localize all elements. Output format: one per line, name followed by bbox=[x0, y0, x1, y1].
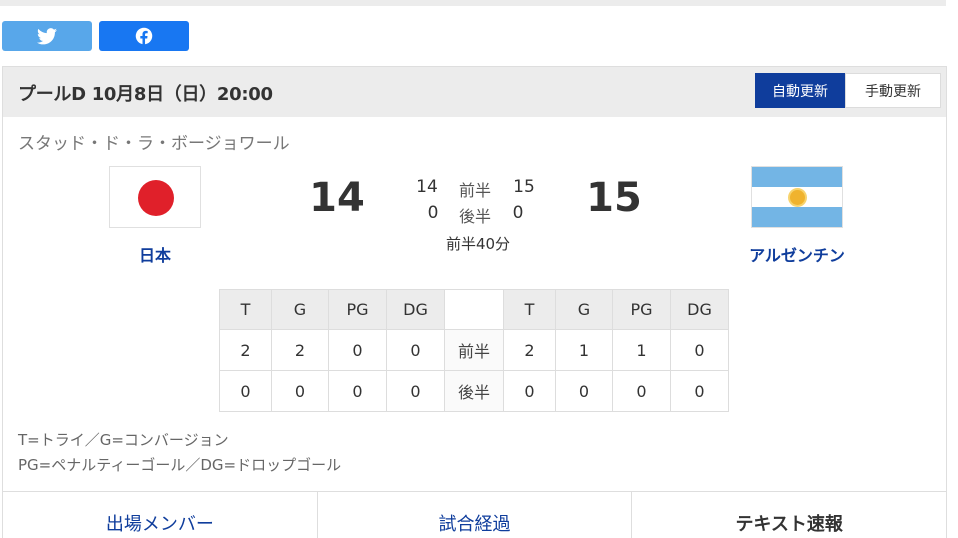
away-cell: 0 bbox=[612, 370, 671, 412]
argentina-flag-icon bbox=[751, 166, 843, 228]
home-col-header: DG bbox=[386, 289, 445, 330]
period-label: 前半 bbox=[444, 329, 504, 371]
table-header-row: T G PG DG T G PG DG bbox=[219, 289, 729, 330]
period-col-header bbox=[444, 289, 504, 330]
match-tabs: 出場メンバー 試合経過 テキスト速報 bbox=[3, 491, 946, 538]
match-header: プールD 10月8日（日）20:00 自動更新 手動更新 bbox=[3, 67, 946, 117]
away-first-half-score: 15 bbox=[513, 177, 535, 197]
away-cell: 0 bbox=[503, 370, 556, 412]
home-cell: 0 bbox=[328, 329, 387, 371]
home-team-name[interactable]: 日本 bbox=[109, 242, 201, 266]
home-col-header: G bbox=[271, 289, 329, 330]
table-row: 2 2 0 0 前半 2 1 1 0 bbox=[219, 329, 729, 371]
home-cell: 0 bbox=[386, 329, 445, 371]
away-second-half-score: 0 bbox=[512, 203, 524, 223]
facebook-share-button[interactable] bbox=[99, 21, 189, 51]
scoring-breakdown-table: T G PG DG T G PG DG 2 2 0 0 前半 2 1 1 0 0… bbox=[219, 289, 729, 412]
first-half-label: 前半 bbox=[458, 181, 491, 200]
facebook-f-icon bbox=[135, 27, 153, 45]
legend-line-1: T=トライ／G=コンバージョン bbox=[18, 431, 229, 449]
manual-update-button[interactable]: 手動更新 bbox=[845, 73, 941, 108]
tab-match-progress[interactable]: 試合経過 bbox=[318, 492, 633, 538]
away-col-header: DG bbox=[670, 289, 729, 330]
period-label: 後半 bbox=[444, 370, 504, 412]
japan-flag-icon bbox=[109, 166, 201, 228]
away-cell: 1 bbox=[612, 329, 671, 371]
away-cell: 0 bbox=[555, 370, 613, 412]
match-card: プールD 10月8日（日）20:00 自動更新 手動更新 スタッド・ド・ラ・ボー… bbox=[2, 66, 947, 538]
home-cell: 0 bbox=[386, 370, 445, 412]
away-cell: 0 bbox=[670, 329, 729, 371]
home-cell: 0 bbox=[328, 370, 387, 412]
away-team-name[interactable]: アルゼンチン bbox=[731, 242, 863, 266]
tab-lineup[interactable]: 出場メンバー bbox=[3, 492, 318, 538]
home-col-header: PG bbox=[328, 289, 387, 330]
home-first-half-score: 14 bbox=[416, 177, 438, 197]
argentina-flag-bottom-band bbox=[752, 207, 842, 227]
home-cell: 0 bbox=[219, 370, 272, 412]
top-divider-bar bbox=[0, 0, 946, 6]
tab-text-live[interactable]: テキスト速報 bbox=[632, 492, 946, 538]
match-title: プールD 10月8日（日）20:00 bbox=[18, 84, 273, 105]
away-cell: 1 bbox=[555, 329, 613, 371]
second-half-label: 後半 bbox=[458, 207, 491, 226]
twitter-share-button[interactable] bbox=[2, 21, 92, 51]
match-time-status: 前半40分 bbox=[445, 235, 511, 253]
away-cell: 2 bbox=[503, 329, 556, 371]
away-cell: 0 bbox=[670, 370, 729, 412]
home-cell: 0 bbox=[271, 370, 329, 412]
home-total-score: 14 bbox=[309, 175, 365, 221]
home-cell: 2 bbox=[271, 329, 329, 371]
home-second-half-score: 0 bbox=[427, 203, 439, 223]
japan-flag-sun bbox=[138, 180, 174, 216]
argentina-flag-top-band bbox=[752, 167, 842, 187]
home-cell: 2 bbox=[219, 329, 272, 371]
twitter-bird-icon bbox=[37, 27, 57, 44]
away-col-header: T bbox=[503, 289, 556, 330]
away-total-score: 15 bbox=[586, 175, 642, 221]
away-col-header: G bbox=[555, 289, 613, 330]
argentina-sun-icon bbox=[790, 190, 805, 205]
legend-line-2: PG=ペナルティーゴール／DG=ドロップゴール bbox=[18, 456, 342, 474]
auto-update-button[interactable]: 自動更新 bbox=[755, 73, 845, 108]
venue-name: スタッド・ド・ラ・ボージョワール bbox=[18, 134, 290, 154]
away-col-header: PG bbox=[612, 289, 671, 330]
table-row: 0 0 0 0 後半 0 0 0 0 bbox=[219, 370, 729, 412]
home-col-header: T bbox=[219, 289, 272, 330]
